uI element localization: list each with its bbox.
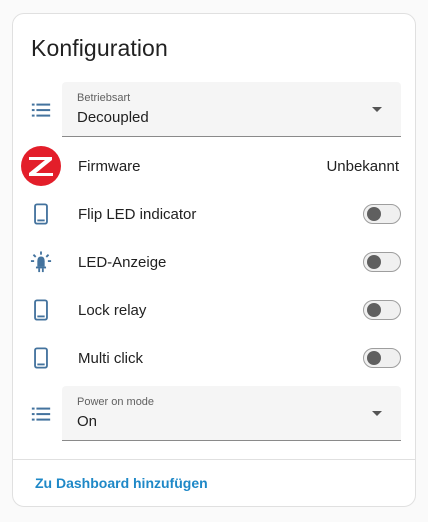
power-on-mode-select[interactable]: Power on mode On bbox=[62, 386, 401, 441]
toggle-knob bbox=[367, 351, 381, 365]
toggle-knob bbox=[367, 207, 381, 221]
configuration-card: Konfiguration Betriebsart Decoupled Firm… bbox=[12, 13, 416, 507]
betriebsart-select[interactable]: Betriebsart Decoupled bbox=[62, 82, 401, 137]
dropdown-arrow-icon bbox=[372, 107, 382, 112]
toggle-knob bbox=[367, 255, 381, 269]
select-value: On bbox=[77, 413, 98, 430]
list-icon bbox=[30, 99, 52, 121]
select-value: Decoupled bbox=[77, 109, 149, 126]
firmware-value: Unbekannt bbox=[326, 158, 399, 175]
list-icon bbox=[30, 403, 52, 425]
flip-led-indicator-toggle[interactable] bbox=[363, 204, 401, 224]
device-icon bbox=[30, 299, 52, 321]
card-actions-divider bbox=[13, 459, 415, 460]
card-title: Konfiguration bbox=[31, 35, 168, 61]
firmware-label: Firmware bbox=[78, 158, 141, 175]
dropdown-arrow-icon bbox=[372, 411, 382, 416]
device-icon bbox=[30, 347, 52, 369]
lock-relay-toggle[interactable] bbox=[363, 300, 401, 320]
flip-led-indicator-label: Flip LED indicator bbox=[78, 206, 197, 223]
zigbee-icon bbox=[21, 146, 61, 186]
led-icon bbox=[30, 251, 52, 273]
device-icon bbox=[30, 203, 52, 225]
led-anzeige-label: LED-Anzeige bbox=[78, 254, 167, 271]
led-anzeige-toggle[interactable] bbox=[363, 252, 401, 272]
select-label: Betriebsart bbox=[77, 92, 131, 104]
add-to-dashboard-button[interactable]: Zu Dashboard hinzufügen bbox=[35, 475, 208, 491]
multi-click-label: Multi click bbox=[78, 350, 144, 367]
lock-relay-label: Lock relay bbox=[78, 302, 147, 319]
select-label: Power on mode bbox=[77, 396, 155, 408]
multi-click-toggle[interactable] bbox=[363, 348, 401, 368]
toggle-knob bbox=[367, 303, 381, 317]
